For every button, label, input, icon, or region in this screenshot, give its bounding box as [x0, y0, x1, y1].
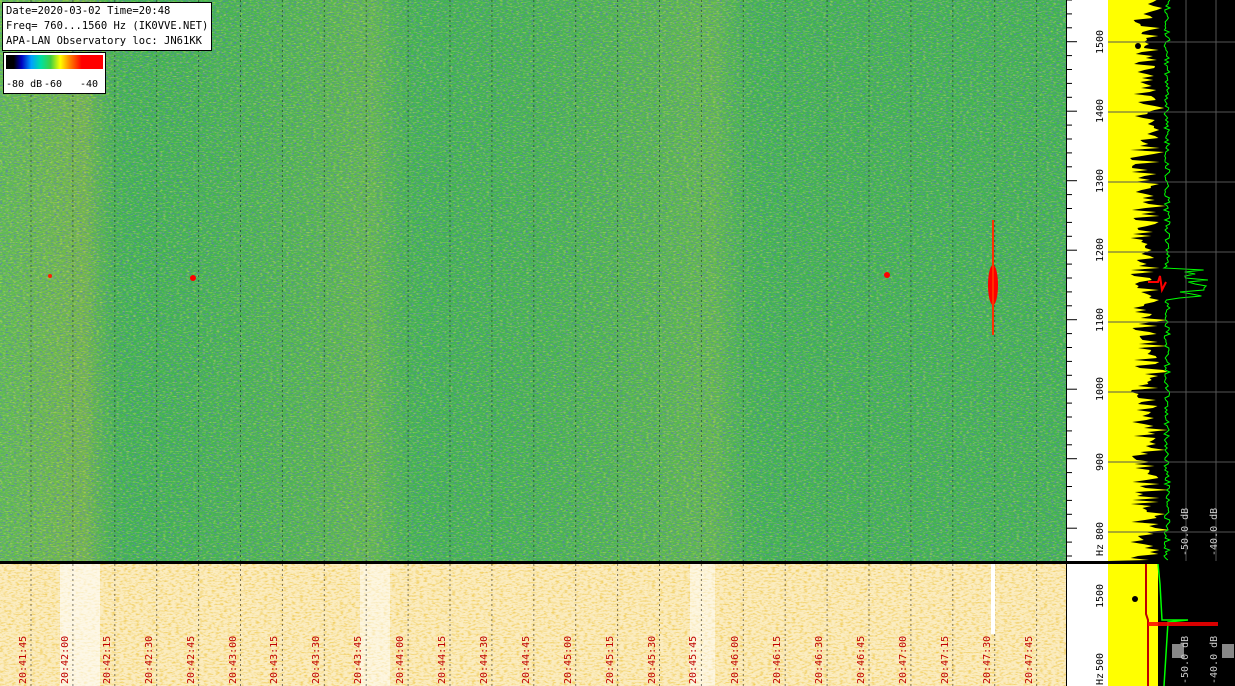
frequency-axis: 800 900 1000 1100 1200 1300 1400 1500 Hz: [1066, 0, 1109, 561]
time-tick-label: 20:47:15: [939, 635, 951, 684]
time-tick-label: 20:47:00: [897, 635, 909, 684]
time-tick-label: 20:43:00: [227, 635, 239, 684]
time-tick-label: 20:45:30: [646, 635, 658, 684]
meteor-echo-small-1: [190, 275, 196, 281]
spectrum-panel: -50.0 dB -40.0 dB: [1108, 0, 1235, 561]
time-tick-label: 20:44:15: [437, 635, 448, 684]
time-tick-label: 20:43:15: [269, 635, 281, 684]
time-tick-label: 20:45:00: [562, 635, 574, 684]
color-scale-high: -40: [80, 79, 99, 90]
info-box: Date=2020-03-02 Time=20:48 Freq= 760...1…: [2, 2, 213, 51]
time-tick-label: 20:42:30: [143, 635, 155, 684]
meteor-echo-small-3: [48, 274, 52, 278]
freq-lower-tick-500: 500: [1095, 652, 1106, 671]
freq-unit-label: Hz: [1095, 543, 1106, 556]
frequency-axis-lower: 1500 500 Hz: [1066, 564, 1109, 686]
color-scale-legend: -80 dB -60 -40: [3, 52, 106, 94]
freq-tick-label: 1100: [1095, 307, 1106, 332]
freq-tick-label: 1200: [1095, 238, 1106, 263]
freq-lower-unit: Hz: [1095, 672, 1106, 685]
time-tick-label: 20:46:00: [730, 635, 742, 684]
freq-tick-label: 1000: [1095, 377, 1106, 402]
freq-tick-label: 800: [1095, 522, 1106, 541]
spectrum-panel-lower: -50.0 dB -40.0 dB: [1108, 564, 1235, 686]
lower-waterfall: 20:41:45 20:42:00 20:42:15 20:42:30 20:42:45…: [0, 564, 1066, 686]
time-tick-label: 20:43:30: [311, 635, 323, 684]
meteor-echo-small-2: [884, 272, 890, 278]
spectrum-lower-db-label-a: -50.0 dB: [1180, 635, 1191, 684]
freq-tick-label: 1300: [1095, 168, 1106, 193]
info-frequency: Freq= 760...1560 Hz (IK0VVE.NET): [6, 20, 209, 32]
time-tick-label: 20:47:30: [981, 635, 993, 684]
time-tick-label: 20:44:45: [520, 635, 532, 684]
freq-tick-label: 1500: [1095, 29, 1106, 54]
time-tick-label: 20:41:45: [18, 635, 29, 684]
time-tick-label: 20:42:15: [101, 635, 113, 684]
freq-tick-label: 900: [1095, 452, 1106, 471]
color-scale-low: -80 dB: [6, 79, 43, 90]
freq-lower-tick-1500: 1500: [1095, 583, 1106, 608]
time-tick-label: 20:43:45: [353, 635, 365, 684]
info-date-time: Date=2020-03-02 Time=20:48: [6, 5, 171, 17]
time-tick-label: 20:44:00: [395, 635, 407, 684]
time-tick-label: 20:44:30: [478, 635, 490, 684]
color-scale-mid: -60: [44, 79, 63, 90]
time-tick-label: 20:42:45: [185, 635, 197, 684]
time-tick-label: 20:46:45: [856, 635, 867, 684]
spectrum-lower-db-label-b: -40.0 dB: [1209, 635, 1220, 684]
time-tick-label: 20:46:15: [772, 635, 784, 684]
time-tick-label: 20:45:45: [688, 635, 700, 684]
time-tick-label: 20:47:45: [1023, 635, 1035, 684]
color-scale-gradient: [6, 55, 103, 69]
waterfall-canvas: [0, 0, 1066, 561]
spectrum-db-label-b: -40.0 dB: [1209, 507, 1220, 556]
spectrum-db-label-a: -50.0 dB: [1180, 507, 1191, 556]
spectrum-canvas: [1108, 0, 1235, 561]
time-tick-label: 20:46:30: [814, 635, 826, 684]
time-tick-label: 20:45:15: [604, 635, 616, 684]
freq-tick-label: 1400: [1095, 99, 1106, 124]
waterfall-spectrogram: [0, 0, 1066, 561]
info-observatory: APA-LAN Observatory loc: JN61KK: [6, 35, 202, 47]
frequency-axis-ticks: [1067, 0, 1077, 557]
time-tick-label: 20:42:00: [59, 635, 71, 684]
spectrum-marker-dot: [1135, 43, 1141, 49]
